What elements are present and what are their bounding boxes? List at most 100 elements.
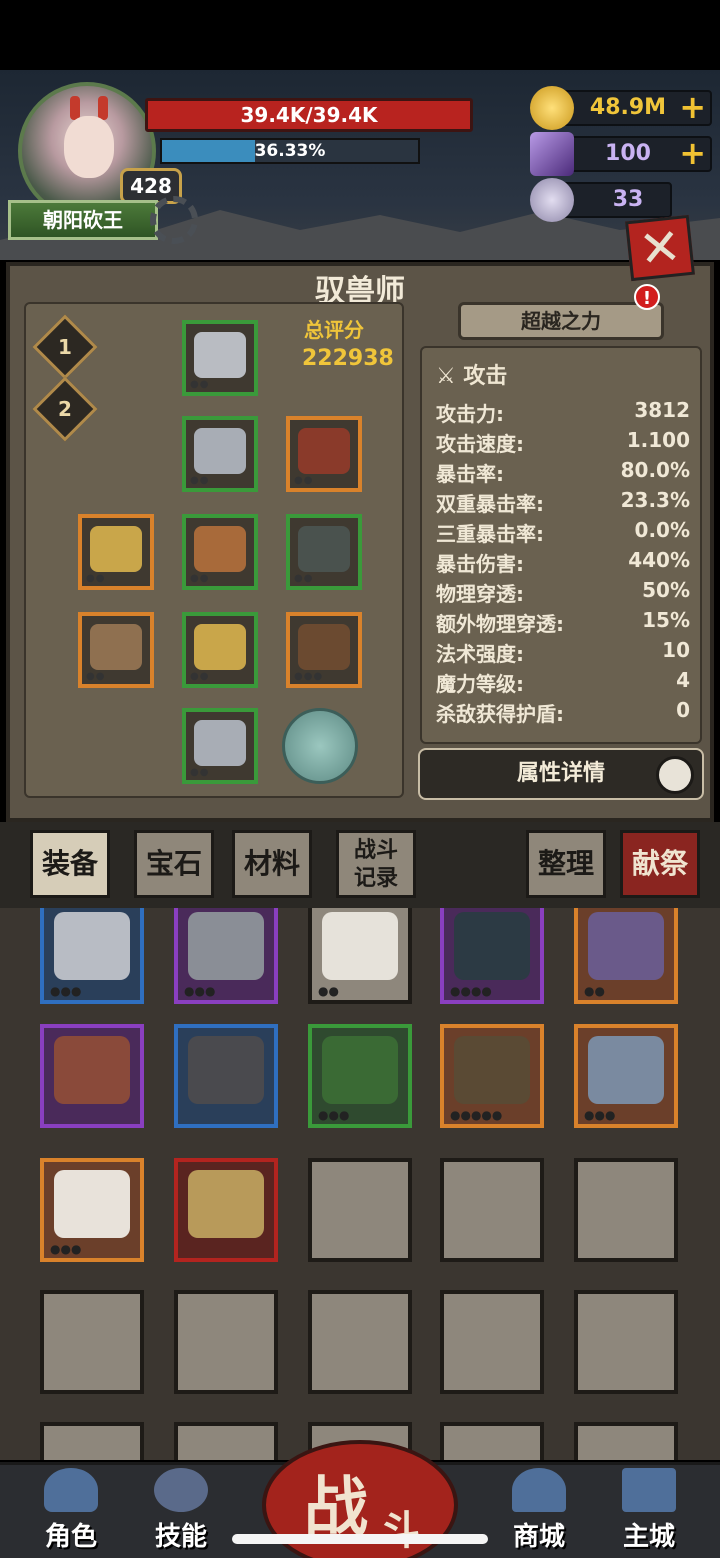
ring-icon bbox=[54, 912, 130, 980]
attribute-details-button[interactable]: 属性详情 bbox=[418, 748, 704, 800]
nav-skill-button[interactable]: 技能 bbox=[136, 1468, 226, 1556]
transcend-power-button[interactable]: 超越之力 bbox=[458, 302, 664, 340]
boots-icon bbox=[194, 720, 246, 766]
avatar-face bbox=[64, 116, 114, 178]
inventory-slot[interactable]: ●●●● bbox=[440, 908, 544, 1004]
boots-slot[interactable]: ●● bbox=[182, 708, 258, 784]
inventory-slot-empty[interactable] bbox=[574, 1422, 678, 1460]
sacrifice-button[interactable]: 献祭 bbox=[620, 830, 700, 898]
chest-armor-icon bbox=[194, 428, 246, 474]
inventory-slot[interactable]: ●●●●● bbox=[440, 1024, 544, 1128]
gem-counter: 100 + bbox=[530, 132, 712, 176]
inventory-slot-empty[interactable] bbox=[40, 1422, 144, 1460]
pet-slot[interactable]: ●● bbox=[286, 416, 362, 492]
inventory-grid: ●●● ●●● ●● ●●●● ●● ●●● ●●●●● ●●● ●●● bbox=[0, 908, 720, 1460]
creature-icon bbox=[298, 428, 350, 474]
player-name: 朝阳砍王 bbox=[8, 200, 158, 240]
total-score-label: 总评分 bbox=[304, 318, 364, 342]
hp-bar: 39.4K/39.4K bbox=[145, 98, 473, 132]
nav-city-button[interactable]: 主城 bbox=[604, 1468, 694, 1556]
axe-icon bbox=[588, 1036, 664, 1104]
stat-row: 暴击伤害: 440% bbox=[436, 548, 690, 576]
inventory-slot[interactable] bbox=[174, 1158, 278, 1262]
inventory-slot[interactable]: ●●● bbox=[40, 908, 144, 1004]
fire-belt-icon bbox=[194, 526, 246, 572]
bow-icon bbox=[90, 624, 142, 670]
inventory-slot[interactable]: ●● bbox=[574, 908, 678, 1004]
swirl-icon bbox=[154, 1468, 208, 1512]
boots-icon bbox=[322, 1036, 398, 1104]
purple-crystal-icon bbox=[530, 132, 574, 176]
inventory-slot-empty[interactable] bbox=[174, 1290, 278, 1394]
gold-counter: 48.9M + bbox=[530, 86, 712, 130]
inventory-slot[interactable]: ●● bbox=[308, 908, 412, 1004]
emblem-medal-icon[interactable] bbox=[282, 708, 358, 784]
gloves-slot[interactable]: ●● bbox=[182, 612, 258, 688]
tab-battle-log[interactable]: 战斗 记录 bbox=[336, 830, 416, 898]
xp-text: 36.33% bbox=[254, 141, 326, 161]
crossbow-icon bbox=[454, 1036, 530, 1104]
sort-button[interactable]: 整理 bbox=[526, 830, 606, 898]
inventory-slot-empty[interactable] bbox=[574, 1158, 678, 1262]
inventory-slot[interactable]: ●●● bbox=[574, 1024, 678, 1128]
inventory-slot-empty[interactable] bbox=[574, 1290, 678, 1394]
ram-skull-icon bbox=[530, 178, 574, 222]
nav-shop-button[interactable]: 商城 bbox=[494, 1468, 584, 1556]
alert-badge: ! bbox=[634, 284, 660, 310]
stat-row: 攻击速度: 1.100 bbox=[436, 428, 690, 456]
skull-counter: 33 bbox=[530, 178, 672, 222]
inventory-slot[interactable]: ●●● bbox=[174, 908, 278, 1004]
xp-bar: 36.33% bbox=[160, 138, 420, 164]
castle-icon bbox=[622, 1468, 676, 1512]
crossbow-icon bbox=[298, 624, 350, 670]
stat-row: 物理穿透: 50% bbox=[436, 578, 690, 606]
belt-icon bbox=[54, 1036, 130, 1104]
armor-slot[interactable]: ●● bbox=[182, 416, 258, 492]
gem-value: 100 bbox=[605, 141, 651, 166]
fur-cap-icon bbox=[54, 1170, 130, 1238]
inventory-slot-empty[interactable] bbox=[308, 1290, 412, 1394]
inventory-slot-empty[interactable] bbox=[40, 1290, 144, 1394]
inventory-slot-empty[interactable] bbox=[440, 1158, 544, 1262]
inventory-slot[interactable]: ●●● bbox=[40, 1158, 144, 1262]
inventory-slot-empty[interactable] bbox=[440, 1290, 544, 1394]
tab-materials[interactable]: 材料 bbox=[232, 830, 312, 898]
nav-character-button[interactable]: 角色 bbox=[26, 1468, 116, 1556]
horn-icon bbox=[98, 96, 108, 120]
gauntlets-icon bbox=[194, 624, 246, 670]
robe-icon bbox=[322, 912, 398, 980]
settings-gear-icon[interactable] bbox=[150, 196, 198, 244]
weapon-slot[interactable]: ●●● bbox=[286, 612, 362, 688]
stat-row: 魔力等级: 4 bbox=[436, 668, 690, 696]
add-gem-button[interactable]: + bbox=[679, 136, 706, 170]
character-helmet-icon bbox=[44, 1468, 98, 1512]
inventory-slot-empty[interactable] bbox=[174, 1422, 278, 1460]
magnifier-icon bbox=[656, 756, 694, 794]
belt-slot[interactable]: ●● bbox=[182, 514, 258, 590]
inventory-slot[interactable] bbox=[174, 1024, 278, 1128]
pants-icon bbox=[188, 1036, 264, 1104]
necklace-icon bbox=[298, 526, 350, 572]
tab-gems[interactable]: 宝石 bbox=[134, 830, 214, 898]
inventory-slot-empty[interactable] bbox=[308, 1158, 412, 1262]
stats-header: ⚔ 攻击 bbox=[436, 364, 508, 389]
skull-value: 33 bbox=[612, 187, 644, 212]
stat-row: 双重暴击率: 23.3% bbox=[436, 488, 690, 516]
cloak-icon bbox=[588, 912, 664, 980]
inventory-slot[interactable] bbox=[40, 1024, 144, 1128]
offhand-slot[interactable]: ●● bbox=[78, 612, 154, 688]
helmet-icon bbox=[194, 332, 246, 378]
helmet-slot[interactable]: ●● bbox=[182, 320, 258, 396]
inventory-slot-empty[interactable] bbox=[440, 1422, 544, 1460]
gold-value: 48.9M bbox=[589, 95, 667, 120]
total-score-value: 222938 bbox=[302, 346, 394, 371]
stat-row: 法术强度: 10 bbox=[436, 638, 690, 666]
necklace-slot[interactable]: ●● bbox=[286, 514, 362, 590]
inventory-slot[interactable]: ●●● bbox=[308, 1024, 412, 1128]
add-gold-button[interactable]: + bbox=[679, 90, 706, 124]
stat-row: 额外物理穿透: 15% bbox=[436, 608, 690, 636]
bracer-slot[interactable]: ●● bbox=[78, 514, 154, 590]
tab-equipment[interactable]: 装备 bbox=[30, 830, 110, 898]
stats-panel: ⚔ 攻击 攻击力: 3812 攻击速度: 1.100 暴击率: 80.0% 双重暴击率… bbox=[420, 346, 702, 744]
staff-icon bbox=[188, 912, 264, 980]
